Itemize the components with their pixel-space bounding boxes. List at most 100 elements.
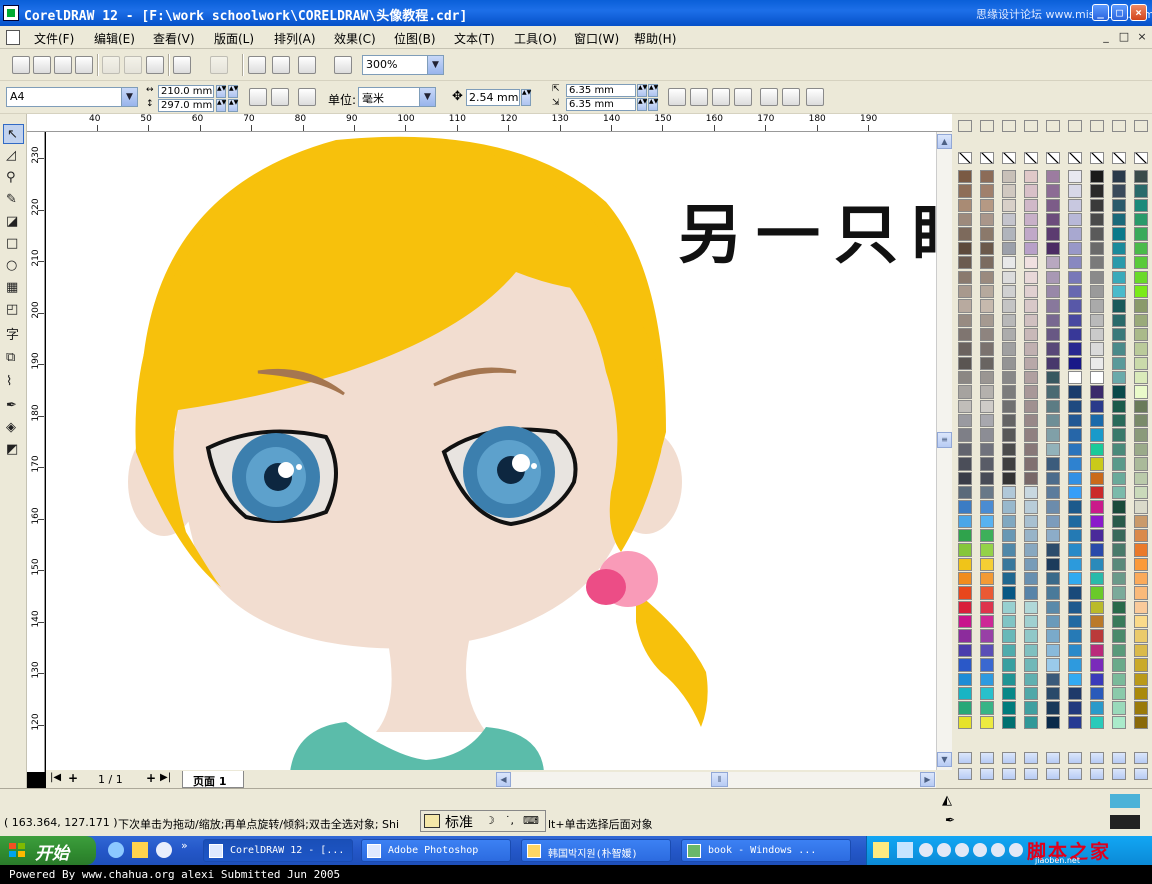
color-swatch[interactable] [1112,615,1126,629]
nudge-distance-input[interactable]: 2.54 mm [466,89,520,106]
menu-tools[interactable]: 工具(O) [514,30,557,47]
color-swatch[interactable] [1002,572,1016,586]
color-swatch[interactable] [1002,514,1016,528]
horizontal-scrollbar[interactable]: ◀ ⦀ ▶ [496,772,936,788]
rectangle-tool-icon[interactable]: □ [3,234,24,254]
paper-type-select[interactable]: A4 ▼ [6,87,138,107]
color-swatch[interactable] [1002,227,1016,241]
color-swatch[interactable] [1024,615,1038,629]
color-swatch[interactable] [1046,241,1060,256]
document-icon[interactable] [6,30,20,45]
color-swatch[interactable] [1090,457,1104,471]
no-color-swatch[interactable] [1046,152,1060,164]
color-swatch[interactable] [1090,514,1104,528]
scroll-up-button[interactable]: ▲ [937,134,952,149]
color-swatch[interactable] [1002,658,1016,672]
color-swatch[interactable] [1046,686,1060,701]
color-swatch[interactable] [958,356,972,370]
color-swatch[interactable] [980,457,994,471]
color-swatch[interactable] [1068,170,1082,184]
color-swatch[interactable] [1046,284,1060,299]
color-swatch[interactable] [1068,485,1082,500]
palette-end-icon[interactable] [958,768,972,780]
color-swatch[interactable] [1024,399,1038,414]
color-swatch[interactable] [1002,629,1016,643]
color-swatch[interactable] [1134,227,1148,241]
palette-scroll-down-icon[interactable] [1002,752,1016,764]
color-swatch[interactable] [1134,471,1148,485]
drawing-canvas[interactable]: 另一只眼睛 [46,132,936,772]
color-swatch[interactable] [1134,572,1148,586]
color-swatch[interactable] [958,500,972,514]
color-swatch[interactable] [1002,327,1016,342]
color-swatch[interactable] [1090,701,1104,715]
color-swatch[interactable] [1112,442,1126,457]
color-swatch[interactable] [1068,457,1082,471]
color-swatch[interactable] [1068,184,1082,198]
color-swatch[interactable] [1112,399,1126,414]
color-swatch[interactable] [1068,471,1082,485]
color-swatch[interactable] [958,485,972,500]
color-swatch[interactable] [1068,399,1082,414]
menu-view[interactable]: 查看(V) [153,30,195,47]
color-swatch[interactable] [1112,686,1126,701]
duplicate-x-input[interactable]: 6.35 mm [566,84,636,97]
horizontal-ruler[interactable]: 40 50 60 70 80 90 100 110 120 130 140 150 160 170 180 1… [27,114,952,132]
import-icon[interactable] [248,56,266,74]
color-swatch[interactable] [1046,629,1060,643]
new-document-icon[interactable] [12,56,30,74]
color-swatch[interactable] [1046,471,1060,485]
color-swatch[interactable] [1068,528,1082,543]
media-stop-icon[interactable] [973,843,987,857]
color-swatch[interactable] [1068,256,1082,270]
color-swatch[interactable] [1024,213,1038,227]
color-swatch[interactable] [1112,414,1126,428]
color-swatch[interactable] [1134,643,1148,658]
color-swatch[interactable] [1002,615,1016,629]
color-swatch[interactable] [958,313,972,327]
redo-icon[interactable] [210,56,228,74]
color-swatch[interactable] [1134,557,1148,572]
color-swatch[interactable] [1024,543,1038,557]
color-swatch[interactable] [1134,672,1148,686]
color-swatch[interactable] [1068,313,1082,327]
color-swatch[interactable] [1112,227,1126,241]
color-swatch[interactable] [958,586,972,600]
shape-tool-icon[interactable]: ◿ [3,146,24,166]
color-swatch[interactable] [1002,672,1016,686]
no-color-swatch[interactable] [1112,152,1126,164]
graph-paper-tool-icon[interactable]: ▦ [3,278,24,298]
color-swatch[interactable] [1112,600,1126,615]
color-swatch[interactable] [1024,457,1038,471]
color-swatch[interactable] [1024,658,1038,672]
color-swatch[interactable] [1024,184,1038,198]
no-color-swatch[interactable] [980,152,994,164]
palette-scroll-down-icon[interactable] [980,752,994,764]
color-swatch[interactable] [1002,299,1016,313]
color-swatch[interactable] [958,342,972,356]
freehand-tool-icon[interactable]: ✎ [3,190,24,210]
color-swatch[interactable] [1046,170,1060,184]
color-swatch[interactable] [980,572,994,586]
media-prev-icon[interactable] [919,843,933,857]
color-swatch[interactable] [1068,658,1082,672]
minimize-button[interactable]: _ [1092,4,1109,21]
color-swatch[interactable] [958,543,972,557]
color-swatch[interactable] [1024,227,1038,241]
color-swatch[interactable] [1068,385,1082,399]
color-swatch[interactable] [958,514,972,528]
color-swatch[interactable] [980,170,994,184]
color-swatch[interactable] [1046,356,1060,370]
color-swatch[interactable] [980,557,994,572]
color-swatch[interactable] [1112,643,1126,658]
open-icon[interactable] [33,56,51,74]
quicklaunch-more-icon[interactable]: » [181,839,188,852]
color-swatch[interactable] [1134,399,1148,414]
color-swatch[interactable] [1112,485,1126,500]
color-swatch[interactable] [1002,643,1016,658]
color-swatch[interactable] [1024,715,1038,729]
color-swatch[interactable] [1112,184,1126,198]
menu-edit[interactable]: 编辑(E) [94,30,135,47]
color-swatch[interactable] [1112,629,1126,643]
ime-mode-label[interactable]: 标准 [445,812,473,832]
